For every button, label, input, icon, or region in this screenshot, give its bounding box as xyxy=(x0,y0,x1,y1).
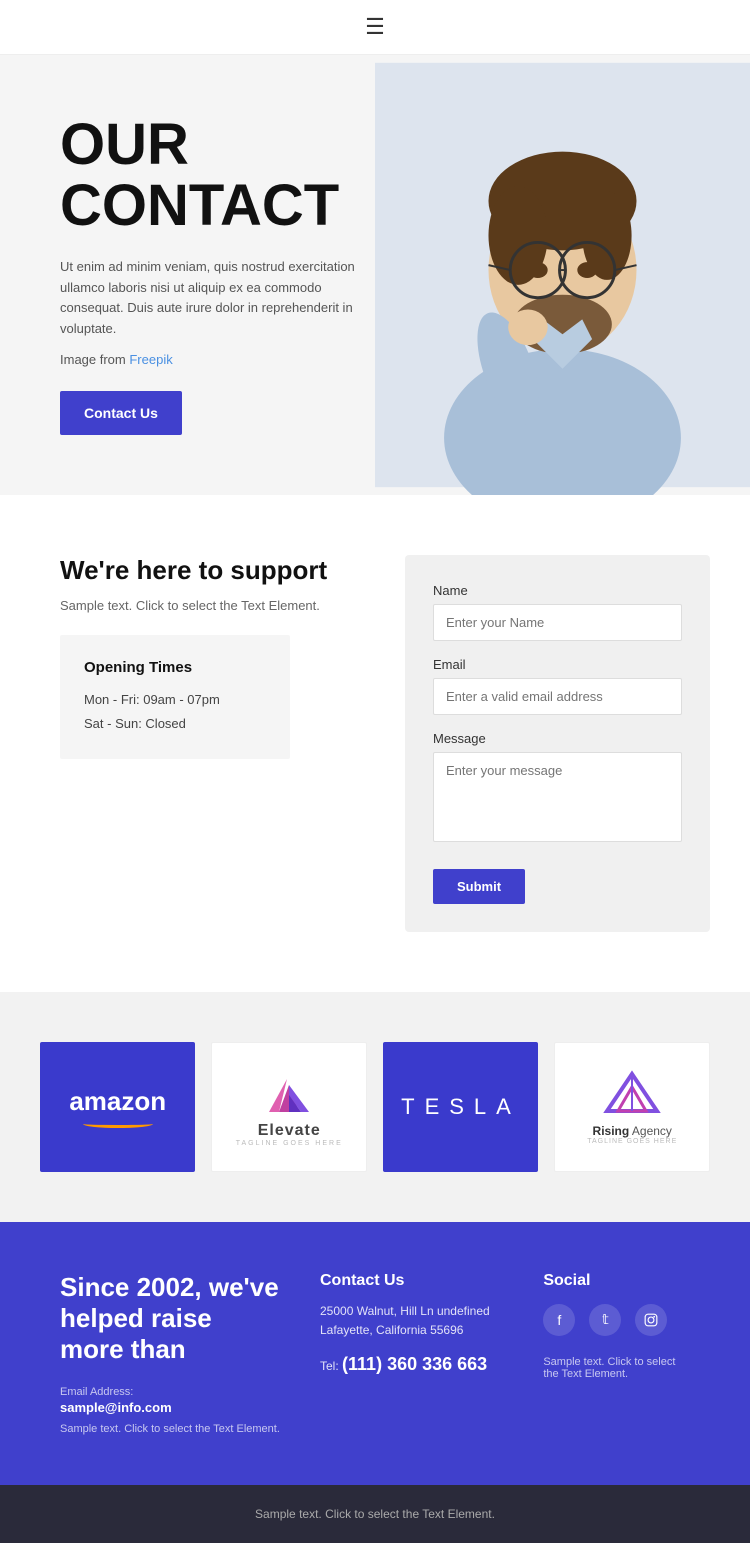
opening-times-title: Opening Times xyxy=(84,659,266,676)
navigation: ☰ xyxy=(0,0,750,55)
logos-section: amazon Elevate TAGLINE GOES HERE TESLA xyxy=(0,992,750,1222)
tesla-logo: TESLA xyxy=(401,1084,521,1129)
rising-agency-svg xyxy=(602,1069,662,1119)
elevate-logo-card: Elevate TAGLINE GOES HERE xyxy=(211,1042,367,1172)
hero-image-credit: Image from Freepik xyxy=(60,352,373,367)
footer-social-text: Sample text. Click to select the Text El… xyxy=(543,1356,690,1380)
elevate-svg xyxy=(259,1067,319,1117)
opening-times-box: Opening Times Mon - Fri: 09am - 07pm Sat… xyxy=(60,635,290,759)
elevate-logo: Elevate TAGLINE GOES HERE xyxy=(236,1067,343,1147)
footer-contact-title: Contact Us xyxy=(320,1272,503,1290)
footer-tel-label: Tel: (111) 360 336 663 xyxy=(320,1354,503,1375)
twitter-icon[interactable]: 𝕥 xyxy=(589,1304,621,1336)
message-field-group: Message xyxy=(433,731,682,847)
svg-text:TESLA: TESLA xyxy=(401,1094,521,1119)
footer-small-text: Sample text. Click to select the Text El… xyxy=(60,1423,280,1435)
footer-address: 25000 Walnut, Hill Ln undefined Lafayett… xyxy=(320,1302,503,1340)
message-textarea[interactable] xyxy=(433,752,682,842)
footer-col-contact: Contact Us 25000 Walnut, Hill Ln undefin… xyxy=(320,1272,503,1435)
facebook-icon[interactable]: f xyxy=(543,1304,575,1336)
support-title: We're here to support xyxy=(60,555,365,586)
amazon-logo: amazon xyxy=(69,1086,166,1128)
email-label: Email xyxy=(433,657,682,672)
rising-agency-logo: Rising Agency TAGLINE GOES HERE xyxy=(587,1069,677,1145)
tesla-wordmark: TESLA xyxy=(401,1084,521,1124)
support-left: We're here to support Sample text. Click… xyxy=(60,555,365,759)
opening-weekdays: Mon - Fri: 09am - 07pm xyxy=(84,688,266,711)
rising-agency-logo-card: Rising Agency TAGLINE GOES HERE xyxy=(554,1042,710,1172)
footer-headline: Since 2002, we've helped raise more than xyxy=(60,1272,280,1366)
support-description: Sample text. Click to select the Text El… xyxy=(60,596,365,616)
name-input[interactable] xyxy=(433,604,682,641)
footer-tel: (111) 360 336 663 xyxy=(342,1354,487,1374)
opening-weekend: Sat - Sun: Closed xyxy=(84,712,266,735)
rising-agency-tagline: TAGLINE GOES HERE xyxy=(587,1138,677,1145)
footer-top: Since 2002, we've helped raise more than… xyxy=(0,1222,750,1485)
contact-us-button[interactable]: Contact Us xyxy=(60,391,182,435)
amazon-logo-card: amazon xyxy=(40,1042,195,1172)
rising-agency-name: Agency xyxy=(632,1124,672,1138)
support-section: We're here to support Sample text. Click… xyxy=(0,495,750,992)
email-input[interactable] xyxy=(433,678,682,715)
elevate-tagline: TAGLINE GOES HERE xyxy=(236,1140,343,1147)
hero-description: Ut enim ad minim veniam, quis nostrud ex… xyxy=(60,257,373,340)
footer-bottom-text: Sample text. Click to select the Text El… xyxy=(255,1507,495,1521)
footer-social-icons: f 𝕥 xyxy=(543,1304,690,1336)
support-right: Name Email Message Submit xyxy=(405,555,710,932)
hero-content: OUR CONTACT Ut enim ad minim veniam, qui… xyxy=(0,55,413,495)
footer-email-label: Email Address: xyxy=(60,1386,280,1398)
footer-col-main: Since 2002, we've helped raise more than… xyxy=(60,1272,280,1435)
elevate-name: Elevate xyxy=(236,1122,343,1140)
freepik-link[interactable]: Freepik xyxy=(129,352,172,367)
amazon-smile xyxy=(83,1120,153,1128)
contact-form: Name Email Message Submit xyxy=(405,555,710,932)
rising-agency-name-bold: Rising xyxy=(593,1124,630,1138)
footer-bottom: Sample text. Click to select the Text El… xyxy=(0,1485,750,1543)
name-label: Name xyxy=(433,583,682,598)
hero-title: OUR CONTACT xyxy=(60,115,373,237)
footer-social-title: Social xyxy=(543,1272,690,1290)
hamburger-icon[interactable]: ☰ xyxy=(365,14,385,40)
hero-section: OUR CONTACT Ut enim ad minim veniam, qui… xyxy=(0,55,750,495)
email-field-group: Email xyxy=(433,657,682,715)
submit-button[interactable]: Submit xyxy=(433,869,525,904)
hero-person-svg xyxy=(375,55,750,495)
message-label: Message xyxy=(433,731,682,746)
instagram-icon[interactable] xyxy=(635,1304,667,1336)
name-field-group: Name xyxy=(433,583,682,641)
hero-image xyxy=(375,55,750,495)
footer-email: sample@info.com xyxy=(60,1400,280,1415)
footer-col-social: Social f 𝕥 Sample text. Click to select … xyxy=(543,1272,690,1435)
tesla-logo-card: TESLA xyxy=(383,1042,538,1172)
